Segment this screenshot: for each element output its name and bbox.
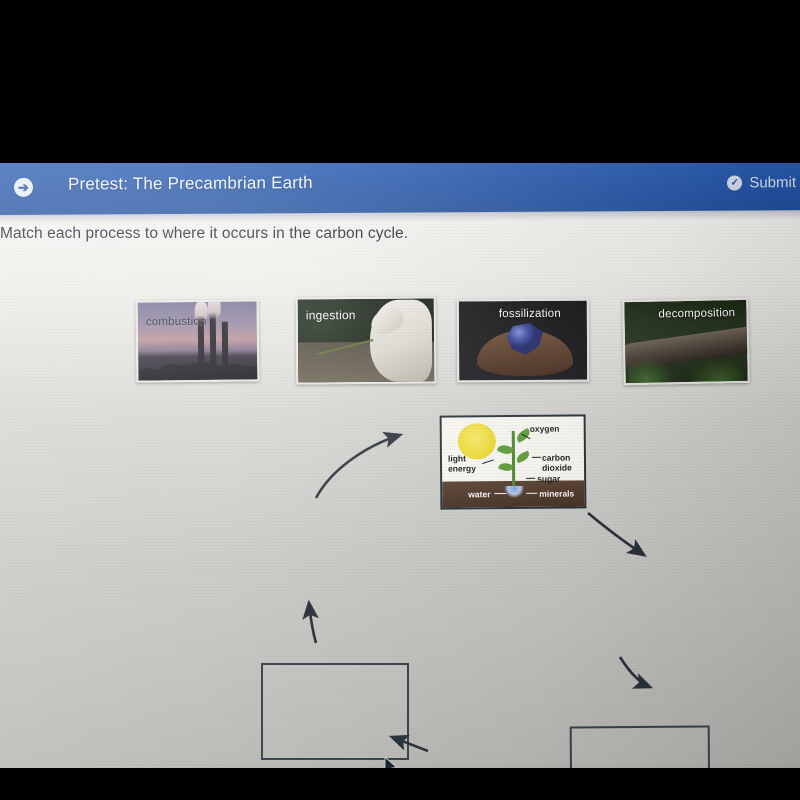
fern-foliage xyxy=(627,350,674,384)
process-card-ingestion[interactable]: ingestion xyxy=(295,296,437,385)
submit-button[interactable]: ✓ Submit xyxy=(727,174,796,191)
mouse-cursor xyxy=(384,756,398,768)
leader-line xyxy=(526,492,538,495)
leader-line xyxy=(531,456,541,459)
process-card-decomposition[interactable]: decomposition xyxy=(622,297,750,386)
drop-target-right-top[interactable] xyxy=(569,725,711,768)
label-light: light xyxy=(447,453,466,464)
page-title: Pretest: The Precambrian Earth xyxy=(68,173,313,194)
label-water: water xyxy=(468,489,491,500)
card-label: combustion xyxy=(145,315,207,329)
question-prompt: Match each process to where it occurs in… xyxy=(0,225,409,242)
process-card-combustion[interactable]: combustion xyxy=(135,299,260,383)
leader-line xyxy=(494,493,507,495)
combustion-photo xyxy=(137,299,258,381)
leader-line xyxy=(482,459,494,465)
photosynthesis-diagram: oxygen light energy carbon dioxide sugar… xyxy=(439,414,587,510)
submit-button-label: Submit xyxy=(749,174,796,192)
process-card-fossilization[interactable]: fossilization xyxy=(456,298,590,383)
fern-foliage xyxy=(691,350,744,382)
card-label: ingestion xyxy=(305,308,356,323)
label-oxygen: oxygen xyxy=(529,423,560,434)
letterbox-bottom xyxy=(0,768,800,800)
monitor-screen-area: ➔ Pretest: The Precambrian Earth ✓ Submi… xyxy=(0,163,800,768)
label-sugar: sugar xyxy=(537,473,561,484)
letterbox-top xyxy=(0,0,800,163)
card-label: decomposition xyxy=(658,307,736,321)
card-label: fossilization xyxy=(498,307,561,321)
smoke-plume-icon xyxy=(207,299,221,320)
quiz-header-bar: ➔ Pretest: The Precambrian Earth ✓ Submi… xyxy=(0,163,800,215)
label-dioxide: dioxide xyxy=(542,462,572,473)
label-minerals: minerals xyxy=(539,488,575,499)
plant-stem xyxy=(511,430,515,487)
leader-line xyxy=(526,477,536,480)
check-circle-icon: ✓ xyxy=(727,175,743,191)
smokestack-icon xyxy=(221,321,229,368)
leaf-shape xyxy=(514,450,531,464)
screenshot-root: ➔ Pretest: The Precambrian Earth ✓ Submi… xyxy=(0,0,800,800)
arrow-right-circle-icon[interactable]: ➔ xyxy=(14,177,33,197)
drop-target-left-top[interactable] xyxy=(261,663,409,760)
label-energy: energy xyxy=(448,463,476,474)
label-carbon: carbon xyxy=(541,452,571,463)
